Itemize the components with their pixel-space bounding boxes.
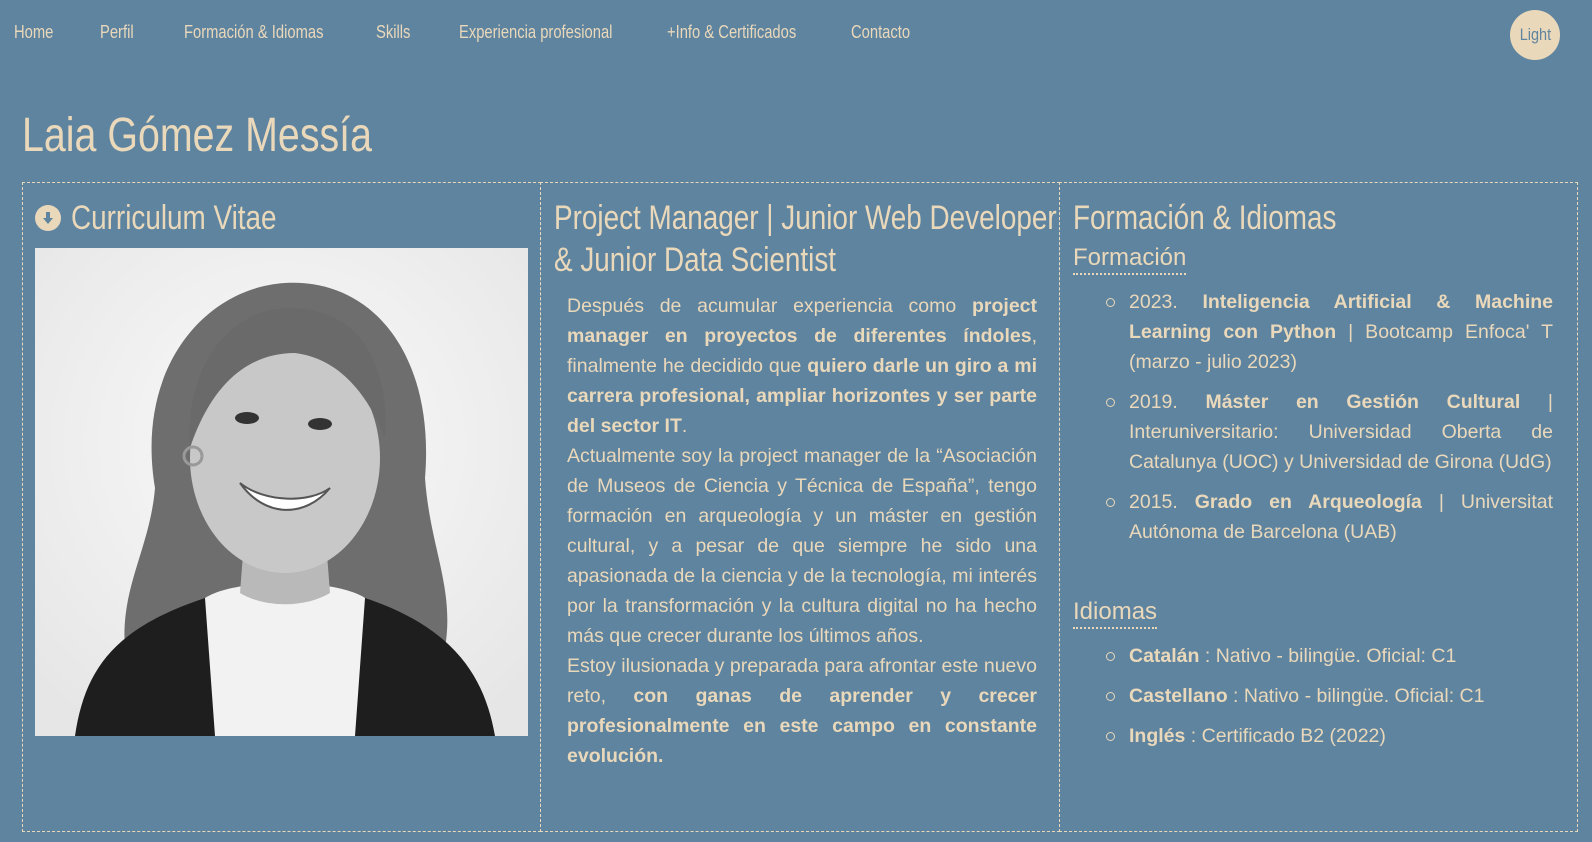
education-title: Formación & Idiomas: [1073, 199, 1337, 237]
profile-title-line2: & Junior Data Scientist: [554, 241, 837, 279]
nav-formacion-idiomas[interactable]: Formación & Idiomas: [184, 22, 323, 43]
list-item: 2023. Inteligencia Artificial & Machine …: [1073, 287, 1553, 377]
nav-experiencia[interactable]: Experiencia profesional: [459, 22, 612, 43]
nav-skills[interactable]: Skills: [376, 22, 410, 43]
nav-contacto[interactable]: Contacto: [851, 22, 910, 43]
education-column: Formación & Idiomas Formación 2023. Inte…: [1059, 182, 1578, 832]
bio-paragraph-3: Estoy ilusionada y preparada para afront…: [567, 655, 1038, 767]
theme-toggle-label: Light: [1519, 25, 1551, 44]
cv-header[interactable]: Curriculum Vitae: [35, 197, 322, 239]
profile-photo: [35, 248, 528, 736]
formacion-list: 2023. Inteligencia Artificial & Machine …: [1073, 287, 1553, 557]
list-item: Inglés : Certificado B2 (2022): [1073, 721, 1553, 751]
page-title: Laia Gómez Messía: [22, 109, 373, 162]
idiomas-heading: Idiomas: [1073, 597, 1158, 629]
profile-title-line1: Project Manager | Junior Web Developer: [554, 199, 1057, 237]
nav-info-certificados[interactable]: +Info & Certificados: [667, 22, 796, 43]
nav-home[interactable]: Home: [14, 22, 53, 43]
formacion-heading: Formación: [1073, 243, 1187, 275]
download-icon[interactable]: [35, 205, 61, 231]
list-item: 2015. Grado en Arqueología | Universitat…: [1073, 487, 1553, 547]
idiomas-list: Catalán : Nativo - bilingüe. Oficial: C1…: [1073, 641, 1553, 761]
profile-bio: Después de acumular experiencia como pro…: [567, 291, 1037, 771]
list-item: Catalán : Nativo - bilingüe. Oficial: C1: [1073, 641, 1553, 671]
bio-paragraph-2: Actualmente soy la project manager de la…: [567, 445, 1037, 647]
bio-paragraph-1: Después de acumular experiencia como pro…: [567, 295, 1037, 437]
list-item: Castellano : Nativo - bilingüe. Oficial:…: [1073, 681, 1553, 711]
list-item: 2019. Máster en Gestión Cultural | Inter…: [1073, 387, 1553, 477]
cv-column: Curriculum Vitae: [22, 182, 541, 832]
profile-column: Project Manager | Junior Web Developer &…: [540, 182, 1060, 832]
profile-title: Project Manager | Junior Web Developer &…: [554, 197, 1057, 281]
theme-toggle-button[interactable]: Light: [1510, 10, 1560, 60]
nav-perfil[interactable]: Perfil: [100, 22, 134, 43]
top-nav: Home Perfil Formación & Idiomas Skills E…: [0, 0, 1592, 70]
cv-title[interactable]: Curriculum Vitae: [71, 197, 277, 239]
